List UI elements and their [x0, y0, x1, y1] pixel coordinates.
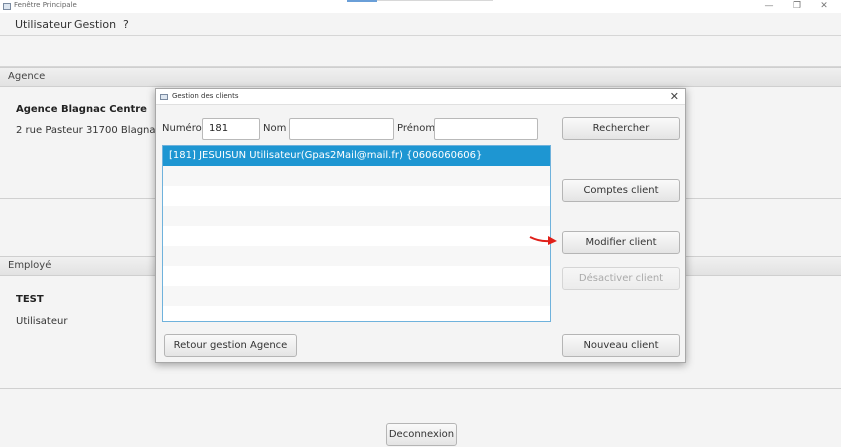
dialog-titlebar: Gestion des clients ✕	[156, 89, 685, 105]
deconnexion-button[interactable]: Deconnexion	[386, 423, 457, 446]
nouveau-client-button[interactable]: Nouveau client	[562, 334, 680, 357]
modifier-client-button[interactable]: Modifier client	[562, 231, 680, 254]
menu-utilisateur[interactable]: Utilisateur	[15, 18, 72, 31]
agence-name: Agence Blagnac Centre	[16, 104, 147, 115]
list-item[interactable]	[163, 286, 550, 306]
app-window-icon	[3, 3, 11, 10]
list-item[interactable]	[163, 306, 550, 321]
gestion-clients-dialog: Gestion des clients ✕ Numéro 181 Nom Pré…	[155, 88, 686, 363]
list-item[interactable]	[163, 166, 550, 186]
dialog-close-icon[interactable]: ✕	[670, 90, 679, 103]
window-title: Fenêtre Principale	[14, 1, 77, 9]
desactiver-client-button[interactable]: Désactiver client	[562, 267, 680, 290]
dialog-title: Gestion des clients	[172, 92, 239, 100]
list-item[interactable]	[163, 246, 550, 266]
numero-label: Numéro	[162, 123, 202, 134]
annotation-arrow-icon	[529, 236, 557, 245]
window-titlebar: Fenêtre Principale — ❐ ✕	[0, 0, 841, 13]
list-item[interactable]: [181] JESUISUN Utilisateur(Gpas2Mail@mai…	[163, 146, 550, 166]
agence-header: Agence	[0, 67, 841, 87]
restore-button[interactable]: ❐	[786, 0, 808, 13]
toolbar-area	[0, 37, 841, 67]
minimize-button[interactable]: —	[758, 0, 780, 13]
menu-bar: Utilisateur Gestion ?	[0, 14, 841, 36]
employe-role: Utilisateur	[16, 316, 68, 327]
nom-label: Nom	[263, 123, 287, 134]
clients-list[interactable]: [181] JESUISUN Utilisateur(Gpas2Mail@mai…	[162, 145, 551, 322]
agence-address: 2 rue Pasteur 31700 Blagnac	[16, 125, 162, 136]
retour-gestion-agence-button[interactable]: Retour gestion Agence	[164, 334, 297, 357]
employe-name: TEST	[16, 294, 44, 305]
list-item[interactable]	[163, 226, 550, 246]
prenom-field[interactable]	[434, 118, 538, 140]
menu-gestion[interactable]: Gestion	[74, 18, 116, 31]
taskbar-indicator	[347, 0, 377, 2]
dialog-window-icon	[160, 94, 168, 100]
prenom-label: Prénom	[397, 123, 436, 134]
close-window-button[interactable]: ✕	[813, 0, 835, 13]
numero-field[interactable]: 181	[202, 118, 260, 140]
taskbar-indicator-line	[377, 0, 493, 1]
nom-field[interactable]	[289, 118, 394, 140]
list-item[interactable]	[163, 206, 550, 226]
menu-help[interactable]: ?	[123, 18, 129, 31]
list-item[interactable]	[163, 266, 550, 286]
rechercher-button[interactable]: Rechercher	[562, 117, 680, 140]
list-item[interactable]	[163, 186, 550, 206]
comptes-client-button[interactable]: Comptes client	[562, 179, 680, 202]
